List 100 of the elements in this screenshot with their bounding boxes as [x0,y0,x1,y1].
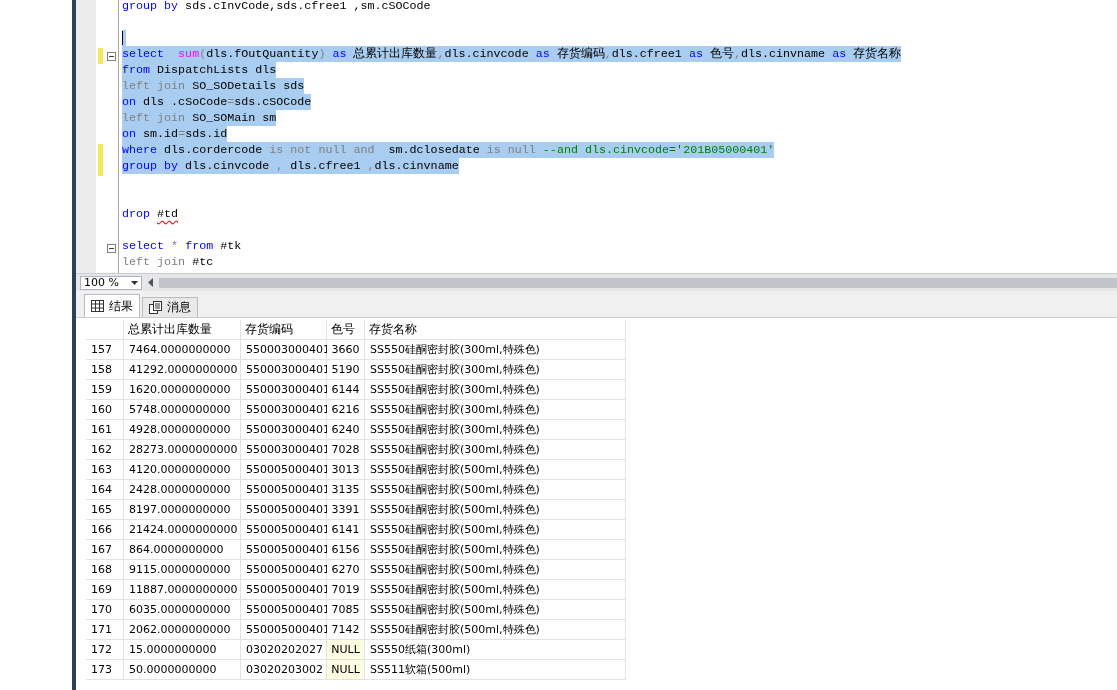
row-number[interactable]: 157 [86,340,124,360]
table-cell: 550003000401 [241,340,327,360]
tab[interactable]: 结果 [84,294,140,317]
row-number[interactable]: 165 [86,500,124,520]
table-cell: NULL [327,660,365,680]
column-header[interactable]: 存货编码 [241,320,327,340]
table-cell: 15.0000000000 [124,640,241,660]
table-cell: 2062.0000000000 [124,620,241,640]
column-header[interactable]: 总累计出库数量 [124,320,241,340]
column-header[interactable]: 存货名称 [365,320,626,340]
row-number[interactable]: 169 [86,580,124,600]
table-cell: SS550硅酮密封胶(300ml,特殊色) [365,420,626,440]
table-cell: SS550硅酮密封胶(500ml,特殊色) [365,540,626,560]
table-cell: 7019 [327,580,365,600]
table-cell: 6216 [327,400,365,420]
table-cell: 550003000401 [241,400,327,420]
row-number[interactable]: 164 [86,480,124,500]
row-number[interactable]: 172 [86,640,124,660]
table-cell: SS550硅酮密封胶(500ml,特殊色) [365,620,626,640]
row-number[interactable]: 171 [86,620,124,640]
table-cell: 3135 [327,480,365,500]
table-cell: SS550硅酮密封胶(500ml,特殊色) [365,580,626,600]
table-cell: 4120.0000000000 [124,460,241,480]
scrollbar[interactable] [159,277,1117,288]
table-cell: 7028 [327,440,365,460]
row-number[interactable]: 167 [86,540,124,560]
table-cell: SS550硅酮密封胶(300ml,特殊色) [365,440,626,460]
table-cell: 6144 [327,380,365,400]
caret-icon [131,280,138,285]
table-cell: 41292.0000000000 [124,360,241,380]
table-cell: 3660 [327,340,365,360]
table-cell: SS550硅酮密封胶(500ml,特殊色) [365,480,626,500]
table-cell: 550005000401 [241,500,327,520]
row-number[interactable]: 162 [86,440,124,460]
table-cell: 550005000401 [241,600,327,620]
table-cell: SS550硅酮密封胶(500ml,特殊色) [365,600,626,620]
document-icon [149,301,162,314]
table-cell: 550005000401 [241,540,327,560]
table-cell: 50.0000000000 [124,660,241,680]
table-cell: SS550硅酮密封胶(500ml,特殊色) [365,500,626,520]
table-cell: 8197.0000000000 [124,500,241,520]
row-number[interactable]: 161 [86,420,124,440]
table-cell: 6141 [327,520,365,540]
table-cell: SS550硅酮密封胶(500ml,特殊色) [365,560,626,580]
column-header[interactable]: 色号 [327,320,365,340]
row-number[interactable]: 163 [86,460,124,480]
code-line: drop #td [122,206,179,222]
table-cell: 550003000401 [241,420,327,440]
grid-icon [91,300,104,312]
table-cell: 550003000401 [241,440,327,460]
table-cell: 11887.0000000000 [124,580,241,600]
table-cell: 4928.0000000000 [124,420,241,440]
table-cell: SS550硅酮密封胶(300ml,特殊色) [365,380,626,400]
row-number[interactable]: 170 [86,600,124,620]
table-cell: 7085 [327,600,365,620]
table-cell: 5190 [327,360,365,380]
table-cell: 6270 [327,560,365,580]
table-cell: 550005000401 [241,620,327,640]
table-cell: 21424.0000000000 [124,520,241,540]
table-cell: 9115.0000000000 [124,560,241,580]
zoom-dropdown[interactable]: 100 % [80,275,142,290]
row-number[interactable]: 166 [86,520,124,540]
code-line: select * from #tk [122,238,242,254]
scroll-left-icon[interactable] [148,278,153,287]
row-number[interactable]: 173 [86,660,124,680]
row-number[interactable]: 159 [86,380,124,400]
table-cell: 550005000401 [241,480,327,500]
table-cell: 03020203002 [241,660,327,680]
table-cell: 550003000401 [241,380,327,400]
table-cell: 7464.0000000000 [124,340,241,360]
table-cell: 3013 [327,460,365,480]
code-line: group by sds.cInvCode,sds.cfree1 ,sm.cSOCode [122,0,431,14]
table-cell: 550003000401 [241,360,327,380]
table-cell: SS550纸箱(300ml) [365,640,626,660]
table-cell: 550005000401 [241,580,327,600]
row-number[interactable]: 160 [86,400,124,420]
table-cell: SS550硅酮密封胶(300ml,特殊色) [365,400,626,420]
table-cell: 6240 [327,420,365,440]
table-cell: 864.0000000000 [124,540,241,560]
table-cell: SS550硅酮密封胶(300ml,特殊色) [365,360,626,380]
row-number[interactable]: 168 [86,560,124,580]
table-cell: SS550硅酮密封胶(500ml,特殊色) [365,460,626,480]
table-cell: 3391 [327,500,365,520]
table-cell: 550005000401 [241,460,327,480]
code-line: left join #tc [122,254,214,270]
table-cell: NULL [327,640,365,660]
table-cell: 03020202027 [241,640,327,660]
table-cell: 6035.0000000000 [124,600,241,620]
collapse-icon[interactable] [107,51,116,61]
tab[interactable]: 消息 [142,297,198,317]
table-cell: 28273.0000000000 [124,440,241,460]
collapse-icon[interactable] [107,243,116,253]
table-cell: 550005000401 [241,520,327,540]
table-cell: 1620.0000000000 [124,380,241,400]
table-cell: SS550硅酮密封胶(300ml,特殊色) [365,340,626,360]
table-cell: 5748.0000000000 [124,400,241,420]
table-cell: 7142 [327,620,365,640]
table-cell: SS511软箱(500ml) [365,660,626,680]
table-cell: 550005000401 [241,560,327,580]
row-number[interactable]: 158 [86,360,124,380]
